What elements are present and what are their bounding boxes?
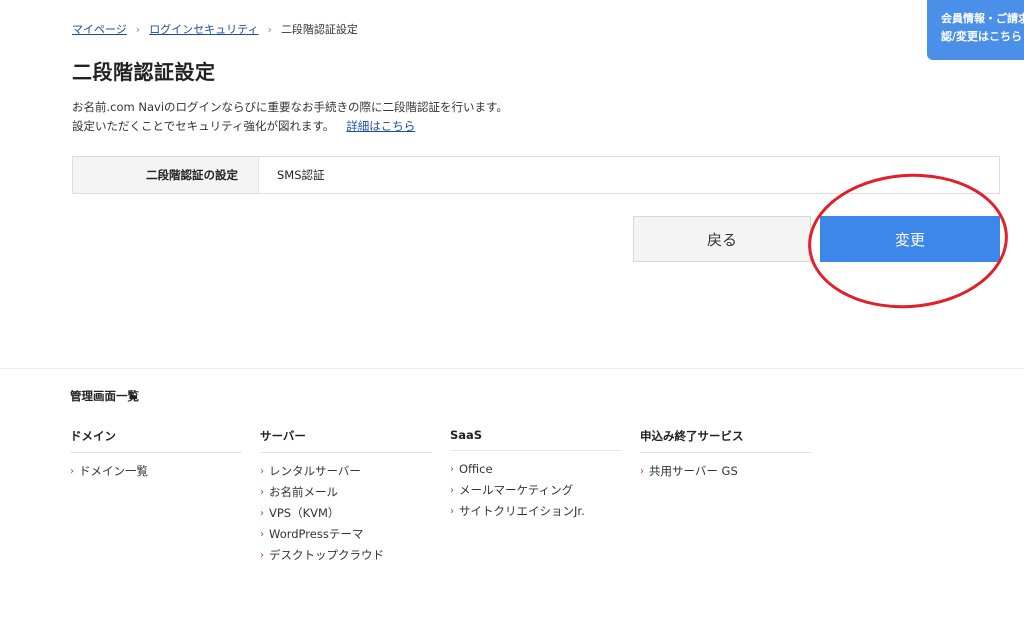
chevron-right-icon: ›	[70, 466, 74, 477]
footer-column-server: サーバー › レンタルサーバー › お名前メール › VPS（KVM） › WordPr…	[260, 428, 432, 566]
member-panel-line-2: 認/変更はこちら	[941, 30, 1023, 43]
back-button[interactable]: 戻る	[633, 216, 811, 262]
footer-link[interactable]: › レンタルサーバー	[260, 461, 432, 482]
footer-link-label: お名前メール	[269, 485, 338, 499]
page-title: 二段階認証設定	[72, 60, 216, 84]
footer-link-label: メールマーケティング	[459, 483, 574, 497]
footer-column-discontinued: 申込み終了サービス › 共用サーバー GS	[640, 428, 812, 482]
chevron-right-icon: ›	[450, 485, 454, 496]
footer-link-label: 共用サーバー GS	[649, 464, 738, 478]
breadcrumb-current: 二段階認証設定	[280, 23, 358, 36]
footer-link-label: サイトクリエイションJr.	[459, 504, 585, 518]
chevron-right-icon: ›	[260, 550, 264, 561]
footer-link[interactable]: › VPS（KVM）	[260, 503, 432, 524]
breadcrumb-link-login-security[interactable]: ログインセキュリティ	[149, 21, 258, 37]
chevron-right-icon: ›	[450, 506, 454, 517]
chevron-right-icon: ›	[260, 508, 264, 519]
footer-column-heading: SaaS	[450, 428, 622, 451]
setting-label: 二段階認証の設定	[73, 157, 259, 193]
setting-value: SMS認証	[277, 168, 325, 182]
footer-link-label: レンタルサーバー	[269, 464, 361, 478]
details-link[interactable]: 詳細はこちら	[346, 119, 415, 133]
member-info-panel[interactable]: 会員情報・ご請求 認/変更はこちら	[927, 0, 1024, 60]
chevron-right-icon: ›	[260, 466, 264, 477]
footer-link[interactable]: › サイトクリエイションJr.	[450, 501, 622, 522]
footer-column-heading: サーバー	[260, 428, 432, 453]
page: マイページ › ログインセキュリティ › 二段階認証設定 二段階認証設定 お名前…	[0, 0, 1024, 627]
footer-title: 管理画面一覧	[70, 389, 139, 403]
footer-link[interactable]: › Office	[450, 459, 622, 480]
footer-column-heading: 申込み終了サービス	[640, 428, 812, 453]
footer-link[interactable]: › ドメイン一覧	[70, 461, 242, 482]
breadcrumb-separator: ›	[267, 22, 272, 36]
footer-link-label: VPS（KVM）	[269, 506, 340, 520]
page-description: お名前.com Naviのログインならびに重要なお手続きの際に二段階認証を行いま…	[72, 98, 508, 136]
chevron-right-icon: ›	[260, 529, 264, 540]
description-line-2-text: 設定いただくことでセキュリティ強化が図れます。	[72, 119, 335, 133]
footer-link[interactable]: › お名前メール	[260, 482, 432, 503]
chevron-right-icon: ›	[640, 466, 644, 477]
breadcrumb-separator: ›	[135, 22, 141, 36]
breadcrumb: マイページ › ログインセキュリティ › 二段階認証設定	[72, 21, 358, 37]
footer-link-label: ドメイン一覧	[79, 464, 148, 478]
member-panel-line-1: 会員情報・ご請求	[941, 12, 1024, 25]
footer-link[interactable]: › 共用サーバー GS	[640, 461, 812, 482]
breadcrumb-link-mypage[interactable]: マイページ	[72, 21, 127, 37]
chevron-right-icon: ›	[260, 487, 264, 498]
footer-column-heading: ドメイン	[70, 428, 242, 453]
footer-link[interactable]: › デスクトップクラウド	[260, 545, 432, 566]
change-button[interactable]: 変更	[820, 216, 1000, 262]
footer-divider	[0, 368, 1024, 369]
footer-link-label: Office	[459, 462, 493, 476]
footer-link[interactable]: › メールマーケティング	[450, 480, 622, 501]
footer-column-domain: ドメイン › ドメイン一覧	[70, 428, 242, 482]
description-line-1: お名前.com Naviのログインならびに重要なお手続きの際に二段階認証を行いま…	[72, 100, 508, 114]
chevron-right-icon: ›	[450, 464, 454, 475]
footer-link-label: デスクトップクラウド	[269, 548, 384, 562]
description-line-2: 設定いただくことでセキュリティ強化が図れます。 詳細はこちら	[72, 117, 508, 136]
footer-column-saas: SaaS › Office › メールマーケティング › サイトクリエイションJr.	[450, 428, 622, 522]
footer-link-label: WordPressテーマ	[269, 527, 364, 541]
footer-link[interactable]: › WordPressテーマ	[260, 524, 432, 545]
two-factor-setting-row: 二段階認証の設定 SMS認証	[72, 156, 1000, 194]
